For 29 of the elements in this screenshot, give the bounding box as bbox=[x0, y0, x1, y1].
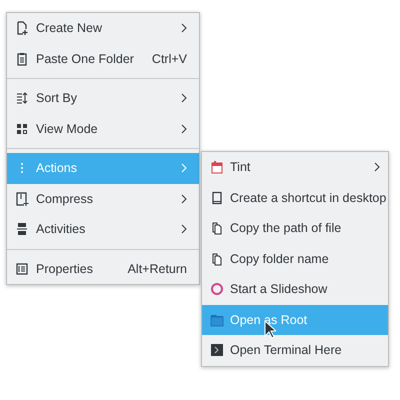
menu-item-label: Create a shortcut in desktop bbox=[230, 190, 386, 205]
menu-item[interactable]: Copy folder name bbox=[202, 244, 388, 274]
menu-item-label: View Mode bbox=[36, 122, 99, 136]
menu-item[interactable]: Paste One Folder Ctrl+V bbox=[7, 44, 199, 74]
menu-item-label: Tint bbox=[230, 160, 252, 174]
menu-item[interactable]: Compress bbox=[7, 184, 199, 214]
menu-item-label: Start a Slideshow bbox=[230, 282, 328, 296]
menu-item[interactable]: Create a shortcut in desktop bbox=[202, 182, 388, 213]
menu-item-label: Paste One Folder bbox=[36, 52, 135, 66]
menu-item-label: Copy folder name bbox=[230, 252, 330, 266]
menu-item[interactable]: Properties Alt+Return bbox=[7, 254, 199, 284]
menu-item-label: Copy the path of file bbox=[230, 221, 342, 236]
menu-item[interactable]: View Mode bbox=[7, 114, 199, 144]
shortcut-label: Ctrl+V bbox=[152, 52, 187, 66]
menu-item[interactable]: Start a Slideshow bbox=[202, 274, 388, 304]
menu-item[interactable]: Create New bbox=[7, 13, 199, 44]
menu-item-label: Activities bbox=[36, 222, 86, 236]
menu-item[interactable]: Tint bbox=[202, 152, 388, 182]
menu-item-label: Compress bbox=[36, 192, 94, 206]
menu-item[interactable]: Open Terminal Here bbox=[202, 335, 388, 366]
menu-item-label: Properties bbox=[36, 262, 94, 276]
menu-item-label: Actions bbox=[36, 161, 78, 176]
shortcut-label: Alt+Return bbox=[128, 262, 187, 276]
menu-item[interactable]: Activities bbox=[7, 214, 199, 244]
menu-item[interactable]: Copy the path of file bbox=[202, 213, 388, 244]
menu-item[interactable]: Sort By bbox=[7, 83, 199, 114]
menu-item-label: Create New bbox=[36, 21, 103, 36]
menu-item-label: Open Terminal Here bbox=[230, 343, 343, 358]
menu-item-label: Sort By bbox=[36, 91, 78, 106]
